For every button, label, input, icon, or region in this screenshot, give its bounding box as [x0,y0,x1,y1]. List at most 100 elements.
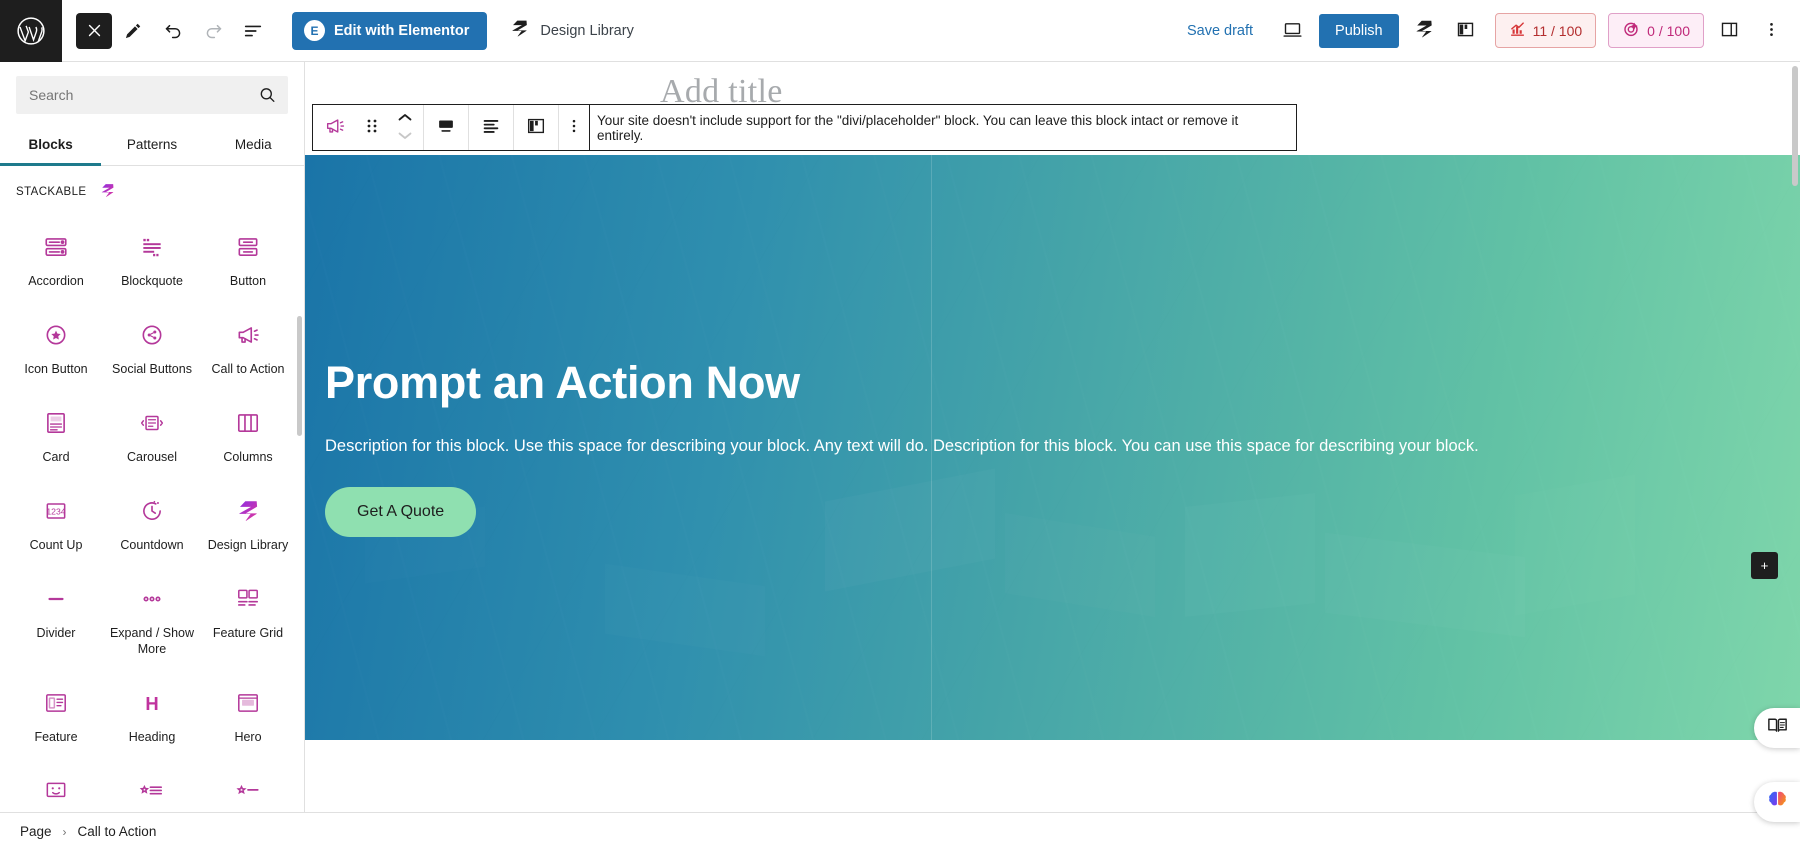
stackable-settings-button[interactable] [1407,14,1441,48]
divider-icon [43,582,69,616]
inserter-tabs: Blocks Patterns Media [0,124,304,166]
block-label: Columns [223,449,273,464]
blockquote-icon [139,230,165,264]
block-item-feature-grid[interactable]: Feature Grid [200,568,296,669]
stackable-logo-icon [1413,18,1435,43]
block-label: Social Buttons [112,361,192,376]
block-item-expand-show-more[interactable]: Expand / Show More [104,568,200,669]
tab-patterns[interactable]: Patterns [101,124,202,165]
scrollbar-thumb[interactable] [1792,66,1798,186]
search-icon [258,86,277,105]
stackable-logo-icon [235,494,261,528]
drag-dots-icon [365,116,379,139]
search-box[interactable] [16,76,288,114]
block-move-buttons[interactable] [387,105,423,150]
seo-score-badge[interactable]: 11 / 100 [1494,13,1597,48]
desktop-preview-icon [1282,19,1303,43]
block-type-button[interactable] [313,105,357,150]
preview-button[interactable] [1275,14,1309,48]
block-label: Feature Grid [212,625,284,640]
close-inserter-button[interactable] [76,12,112,49]
block-item-card[interactable]: Card [8,392,104,476]
sidebar-scrollbar[interactable] [297,316,302,436]
icon-box-icon [43,774,69,808]
ai-brain-icon [1766,788,1789,816]
call-to-action-block[interactable]: Prompt an Action Now Description for thi… [305,155,1800,740]
block-item-countdown[interactable]: Countdown [104,480,200,564]
block-toolbar-group-width [424,105,469,150]
search-input[interactable] [17,77,287,113]
block-item-divider[interactable]: Divider [8,568,104,669]
top-bar-right-tools: Save draft Publish 11 / 100 0 / 100 [1173,13,1800,48]
stackable-block-icon [525,115,547,140]
stackable-logo-icon [509,18,530,43]
block-item-heading[interactable]: H Heading [104,672,200,756]
undo-button[interactable] [154,12,192,50]
wordpress-logo-button[interactable] [0,0,62,62]
heading-icon: H [139,686,165,720]
block-item-icon-button[interactable]: Icon Button [8,304,104,388]
tab-blocks[interactable]: Blocks [0,124,102,166]
block-inserter-sidebar: Blocks Patterns Media STACKABLE [0,62,305,850]
save-draft-button[interactable]: Save draft [1173,23,1267,39]
align-button[interactable] [469,105,513,150]
edit-tool-button[interactable] [114,12,152,50]
block-label: Blockquote [121,274,183,288]
close-icon [86,22,103,39]
stackable-options-button[interactable] [514,105,558,150]
block-label: Countdown [120,537,184,552]
pencil-icon [123,21,143,41]
breadcrumb-item-page[interactable]: Page [20,824,52,839]
chevron-down-icon[interactable] [396,128,414,146]
block-item-feature[interactable]: Feature [8,672,104,756]
align-text-icon [480,115,502,140]
document-overview-button[interactable] [234,12,272,50]
block-item-blockquote[interactable]: Blockquote [104,216,200,300]
block-layout-button[interactable] [1449,14,1483,48]
block-item-count-up[interactable]: 1234 Count Up [8,480,104,564]
get-a-quote-button[interactable]: Get A Quote [325,486,477,537]
block-item-hero[interactable]: Hero [200,672,296,756]
count-up-icon: 1234 [43,494,69,528]
block-drag-handle[interactable] [357,105,387,150]
stackable-logo-icon [99,182,116,202]
settings-sidebar-toggle[interactable] [1712,14,1746,48]
publish-button[interactable]: Publish [1319,13,1399,48]
block-item-design-library[interactable]: Design Library [200,480,296,564]
add-block-button[interactable]: + [1751,552,1778,579]
readability-target-icon [1622,20,1640,41]
ai-assistant-fab-button[interactable] [1754,782,1800,822]
redo-button[interactable] [194,12,232,50]
block-more-options-button[interactable] [559,105,589,150]
hero-icon [235,686,261,720]
card-icon [43,406,69,440]
block-grid: Accordion Blockquote Button Icon Button … [0,206,304,844]
tab-media[interactable]: Media [203,124,304,165]
design-library-button[interactable]: Design Library [509,18,634,43]
undo-icon [163,20,184,41]
block-item-call-to-action[interactable]: Call to Action [200,304,296,388]
readability-score-badge[interactable]: 0 / 100 [1608,13,1704,48]
three-dots-vertical-icon [565,117,583,138]
block-label: Call to Action [211,361,285,376]
feature-grid-icon [235,582,261,616]
block-item-button[interactable]: Button [200,216,296,300]
category-header: STACKABLE [0,166,304,206]
elementor-icon: E [304,20,325,41]
documentation-fab-button[interactable] [1754,708,1800,748]
breadcrumb-item-block[interactable]: Call to Action [78,824,157,839]
chevron-up-icon[interactable] [396,110,414,128]
full-width-button[interactable] [424,105,468,150]
accordion-icon [43,230,69,264]
block-item-carousel[interactable]: Carousel [104,392,200,476]
icon-button-icon [43,318,69,352]
block-item-columns[interactable]: Columns [200,392,296,476]
countdown-icon [139,494,165,528]
hero-description[interactable]: Description for this block. Use this spa… [325,434,1525,459]
hero-title[interactable]: Prompt an Action Now [325,358,1705,408]
block-item-social-buttons[interactable]: Social Buttons [104,304,200,388]
social-buttons-icon [139,318,165,352]
block-item-accordion[interactable]: Accordion [8,216,104,300]
more-options-button[interactable] [1754,14,1788,48]
edit-with-elementor-button[interactable]: E Edit with Elementor [292,11,488,50]
